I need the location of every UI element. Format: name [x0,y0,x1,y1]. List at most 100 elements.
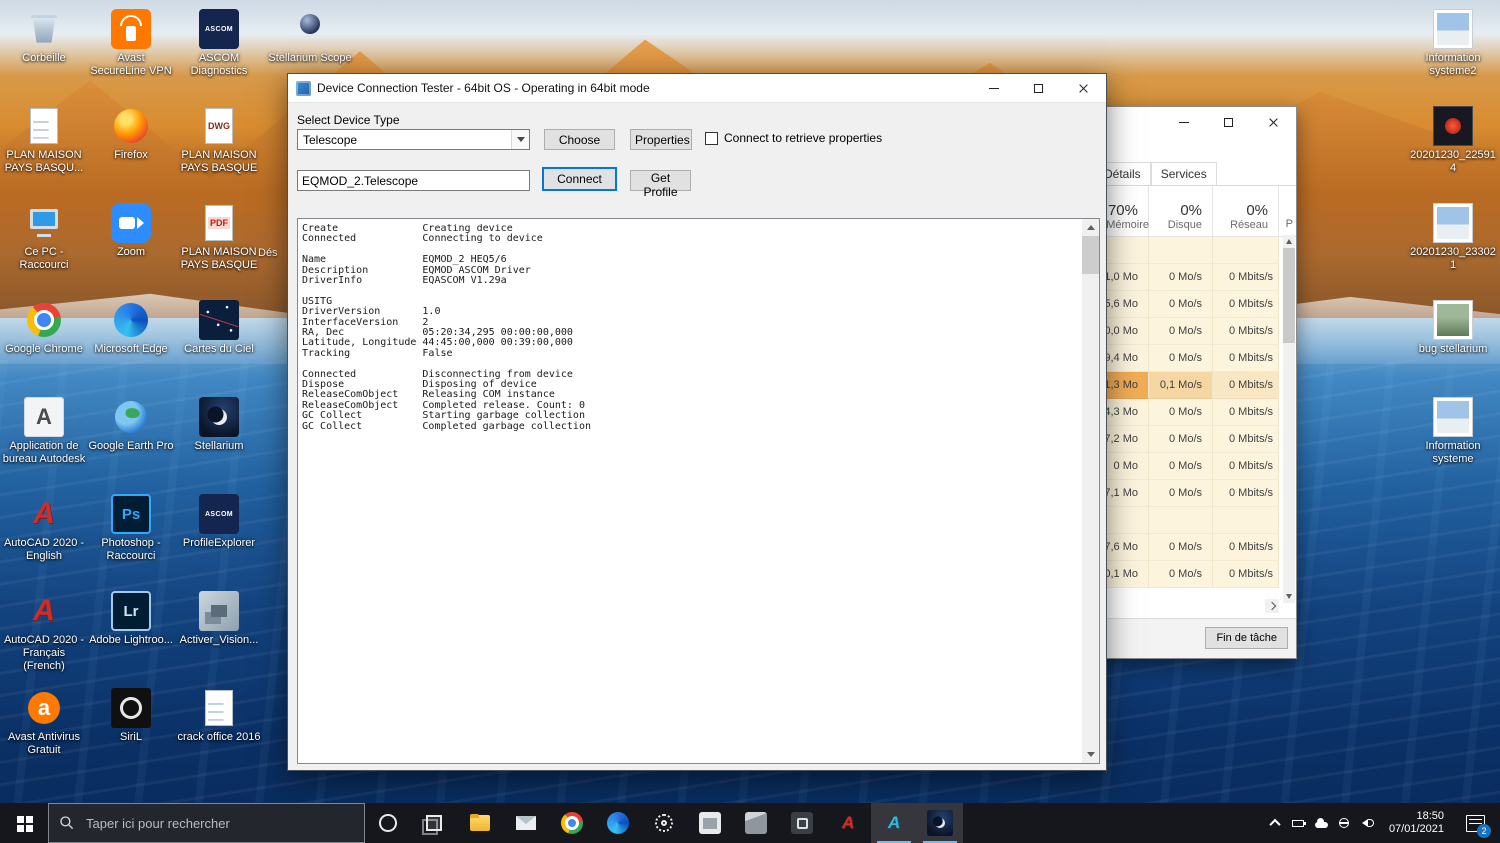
column-header[interactable]: 70% Mémoire [1101,186,1149,236]
taskbar-app-button[interactable] [549,803,595,843]
connect-button[interactable]: Connect [542,167,617,191]
desktop-icon[interactable]: crack office 2016 [175,683,263,780]
close-button[interactable] [1251,107,1296,137]
desktop-icon[interactable]: SiriL [87,683,175,780]
taskbar-app-button[interactable] [457,803,503,843]
maximize-button[interactable] [1016,74,1061,102]
minimize-button[interactable] [1161,107,1206,137]
scroll-thumb[interactable] [1283,248,1295,343]
device-type-select[interactable]: Telescope [297,129,530,150]
taskbar-app-button[interactable] [733,803,779,843]
desktop-icon[interactable]: Adobe Lightroo... [87,586,175,683]
scroll-up-icon[interactable] [1082,219,1099,236]
desktop-icon[interactable]: Firefox [87,101,175,198]
properties-button[interactable]: Properties [630,129,692,150]
scroll-thumb[interactable] [1082,236,1099,274]
taskbar-app-button[interactable] [779,803,825,843]
desktop-icon[interactable]: Zoom [87,198,175,295]
desktop-icon[interactable]: Cartes du Ciel [175,295,263,392]
taskbar-app-button[interactable] [503,803,549,843]
search-box[interactable] [48,803,365,843]
close-button[interactable] [1061,74,1106,102]
process-row[interactable]: 7,6 Mo 0 Mo/s 0 Mbits/s [1101,534,1296,561]
retrieve-properties-checkbox[interactable]: Connect to retrieve properties [705,131,882,145]
taskbar-app-button[interactable] [687,803,733,843]
partial-column-header: P [1285,218,1293,230]
desktop-icon[interactable]: Information systeme2 [1409,4,1497,101]
process-row[interactable]: 0 Mo 0 Mo/s 0 Mbits/s [1101,453,1296,480]
tray-button[interactable] [1310,803,1333,843]
tray-button[interactable] [1287,803,1310,843]
desktop-icon[interactable]: Google Chrome [0,295,88,392]
process-row[interactable]: 1,0 Mo 0 Mo/s 0 Mbits/s [1101,264,1296,291]
desktop-icon[interactable]: Photoshop - Raccourci [87,489,175,586]
scroll-right-icon[interactable] [1265,599,1279,613]
desktop-icon-label: Stellarium Scope [268,52,352,64]
desktop-icon[interactable]: Activer_Vision... [175,586,263,683]
desktop-icon[interactable]: 20201230_225914 [1409,101,1497,198]
minimize-button[interactable] [971,74,1016,102]
desktop-icon[interactable]: AutoCAD 2020 - Français (French) [0,586,88,683]
desktop-icon[interactable]: PLAN MAISON PAYS BASQU... [0,101,88,198]
taskbar-app-button[interactable] [365,803,411,843]
clock[interactable]: 18:50 07/01/2021 [1379,810,1454,836]
scroll-up-icon[interactable] [1283,235,1295,248]
column-header[interactable]: 0% Disque [1149,186,1213,236]
desktop-icon[interactable]: Avast Antivirus Gratuit [0,683,88,780]
process-row[interactable]: 9,4 Mo 0 Mo/s 0 Mbits/s [1101,345,1296,372]
desktop-icon[interactable]: 20201230_233021 [1409,198,1497,295]
process-row[interactable] [1101,237,1296,264]
desktop-icon[interactable]: ProfileExplorer [175,489,263,586]
desktop-icon[interactable]: Ce PC - Raccourci [0,198,88,295]
get-profile-button[interactable]: Get Profile [630,170,691,199]
desktop-icon[interactable]: Stellarium [175,392,263,489]
log-scrollbar[interactable] [1082,219,1099,763]
process-row[interactable]: 0,0 Mo 0 Mo/s 0 Mbits/s [1101,318,1296,345]
taskbar-app-button[interactable] [641,803,687,843]
task-manager-scrollbar[interactable] [1283,235,1295,603]
app-icon [296,80,311,96]
pdf-icon [199,203,239,243]
process-row[interactable]: 7,1 Mo 0 Mo/s 0 Mbits/s [1101,480,1296,507]
desktop-icon[interactable]: bug stellarium [1409,295,1497,392]
action-center-button[interactable]: 2 [1454,803,1496,843]
desktop-icon[interactable]: Application de bureau Autodesk [0,392,88,489]
process-row[interactable] [1101,507,1296,534]
partially-hidden-icon-label[interactable]: Dés [258,247,278,259]
end-task-button[interactable]: Fin de tâche [1205,627,1288,649]
taskbar-app-button[interactable] [917,803,963,843]
desktop-icon[interactable]: PLAN MAISON PAYS BASQUE [175,101,263,198]
maximize-button[interactable] [1206,107,1251,137]
desktop-icon[interactable]: Corbeille [0,4,88,101]
process-row[interactable]: 1,3 Mo 0,1 Mo/s 0 Mbits/s [1101,372,1296,399]
search-input[interactable] [84,814,354,832]
column-header[interactable]: 0% Réseau [1213,186,1279,236]
taskbar-app-button[interactable] [871,803,917,843]
title-bar[interactable]: Device Connection Tester - 64bit OS - Op… [288,74,1106,103]
tray-button[interactable] [1264,803,1287,843]
taskbar-app-button[interactable] [825,803,871,843]
desktop-icon[interactable]: AutoCAD 2020 - English [0,489,88,586]
device-id-input[interactable] [297,170,530,191]
task-manager-title-bar[interactable] [1101,107,1296,137]
taskbar-app-button[interactable] [595,803,641,843]
desktop-icon[interactable]: Google Earth Pro [87,392,175,489]
taskbar-app-button[interactable] [411,803,457,843]
desktop-icon[interactable]: PLAN MAISON PAYS BASQUE [175,198,263,295]
desktop-icon[interactable]: ASCOM Diagnostics [175,4,263,101]
process-row[interactable]: 4,3 Mo 0 Mo/s 0 Mbits/s [1101,399,1296,426]
scroll-down-icon[interactable] [1283,590,1295,603]
tray-button[interactable] [1356,803,1379,843]
task-manager-tab[interactable]: Détails [1101,162,1151,185]
process-row[interactable]: 5,6 Mo 0 Mo/s 0 Mbits/s [1101,291,1296,318]
desktop-icon[interactable]: Avast SecureLine VPN [87,4,175,101]
start-button[interactable] [0,803,48,843]
tray-button[interactable] [1333,803,1356,843]
process-row[interactable]: 7,2 Mo 0 Mo/s 0 Mbits/s [1101,426,1296,453]
task-manager-tab[interactable]: Services [1150,162,1217,185]
scroll-down-icon[interactable] [1082,746,1099,763]
desktop-icon[interactable]: Information systeme [1409,392,1497,489]
choose-button[interactable]: Choose [544,129,615,150]
desktop-icon[interactable]: Microsoft Edge [87,295,175,392]
process-row[interactable]: 0,1 Mo 0 Mo/s 0 Mbits/s [1101,561,1296,588]
